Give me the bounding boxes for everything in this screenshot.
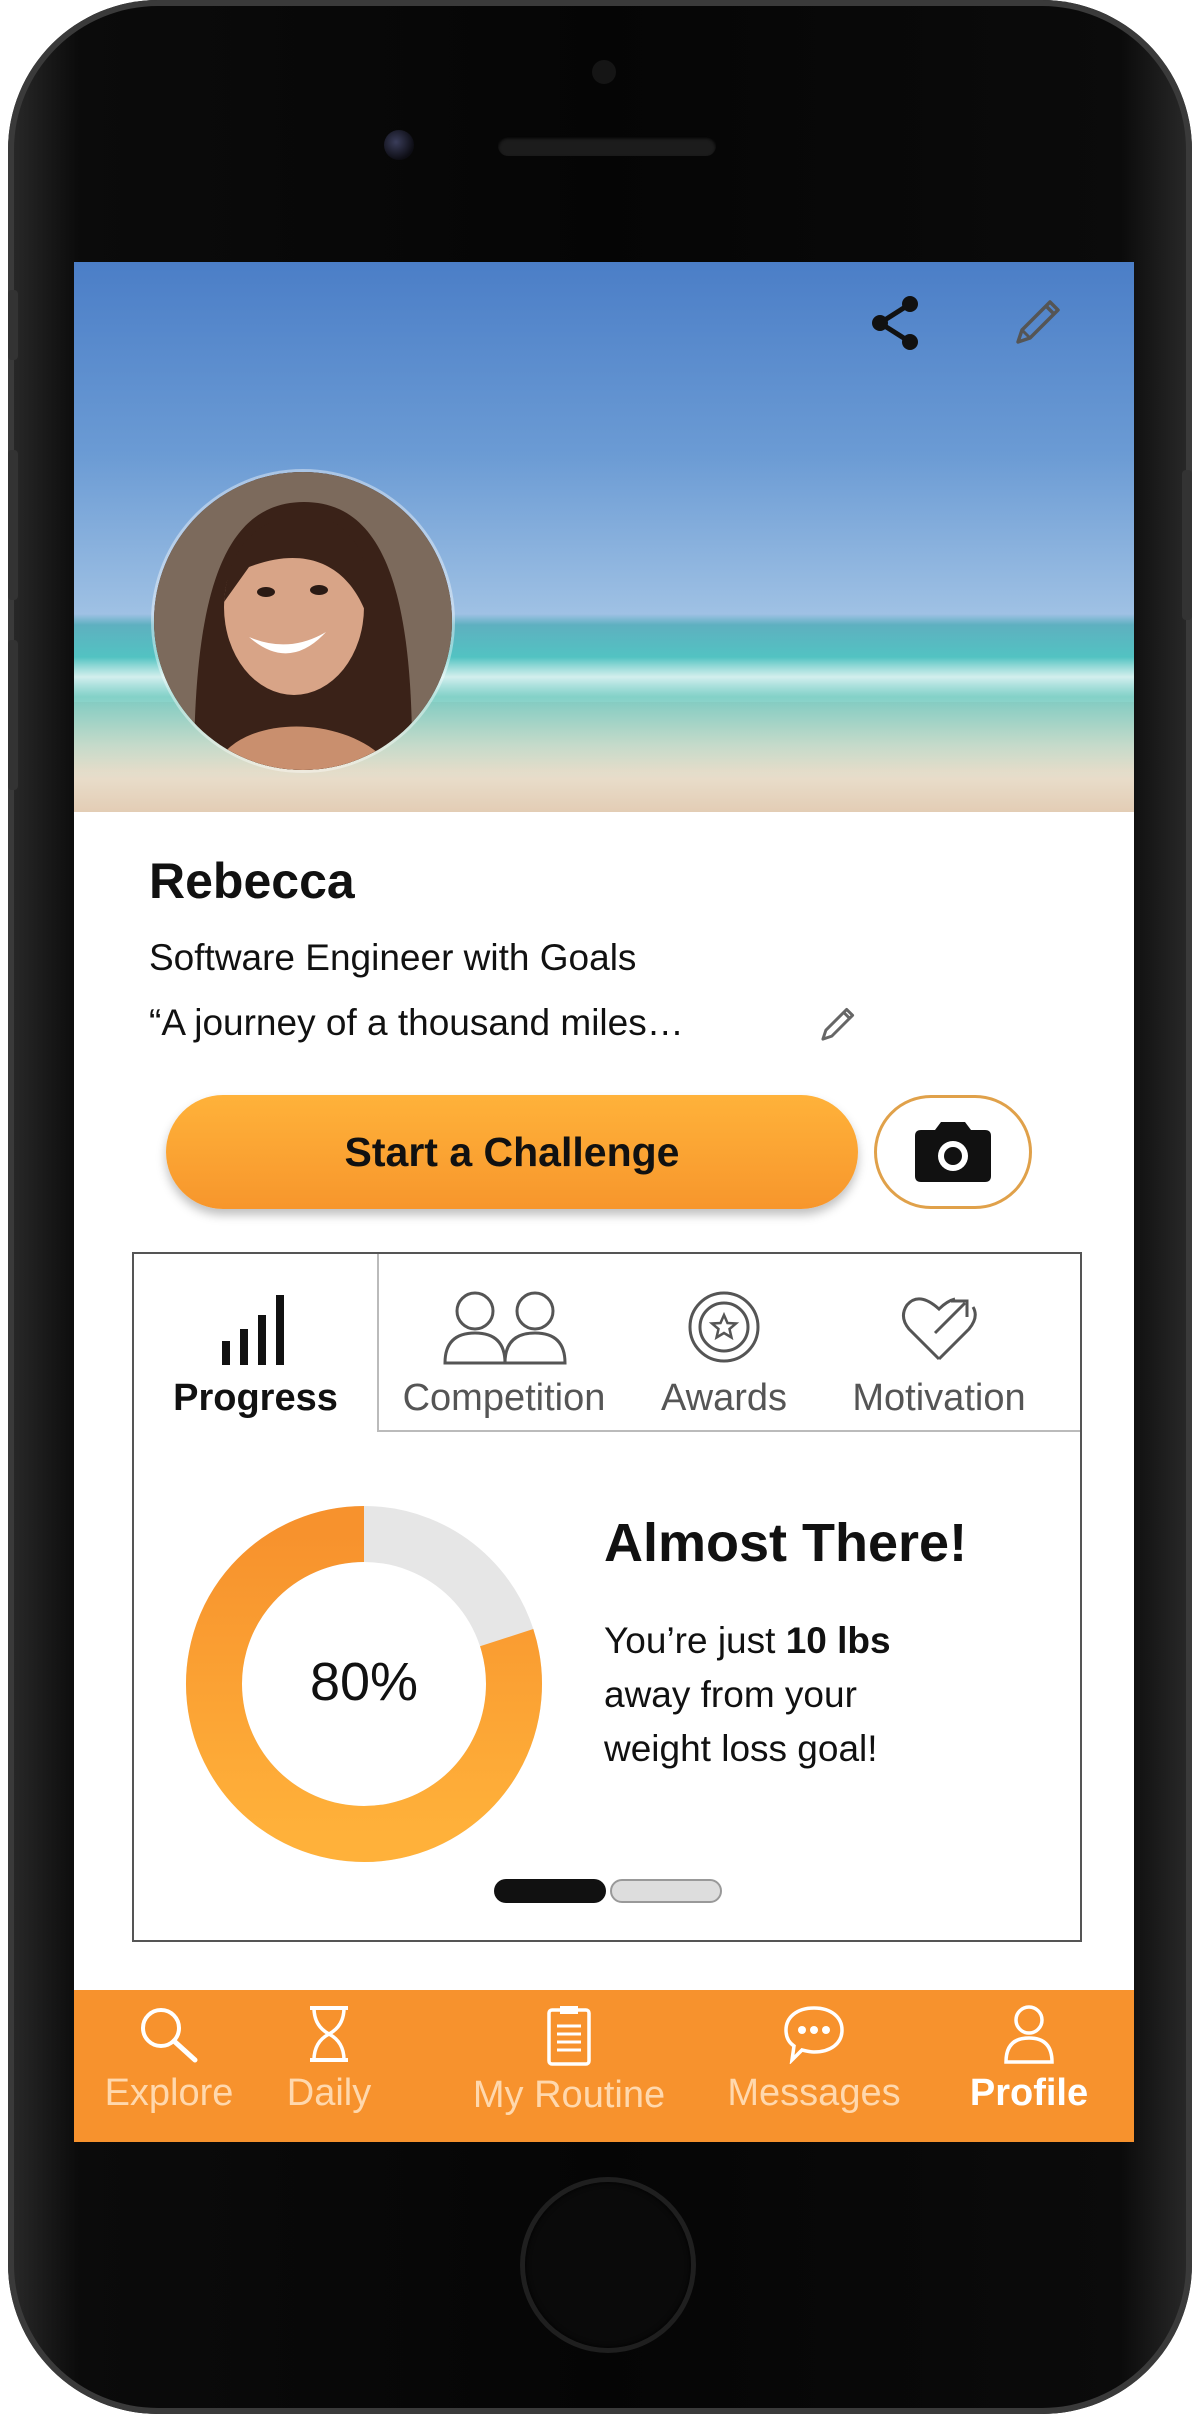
avatar-portrait xyxy=(154,472,452,770)
phone-frame: Rebecca Software Engineer with Goals “A … xyxy=(8,0,1192,2414)
app-screen: Rebecca Software Engineer with Goals “A … xyxy=(74,262,1134,2142)
nav-daily[interactable]: Daily xyxy=(274,1990,384,2142)
tab-awards[interactable]: Awards xyxy=(629,1254,819,1430)
tab-label: Progress xyxy=(173,1377,338,1419)
volume-down-button xyxy=(8,640,18,790)
nav-label: Daily xyxy=(286,2072,372,2114)
nav-label: Explore xyxy=(104,2072,234,2114)
pencil-icon xyxy=(821,1007,855,1041)
front-camera xyxy=(384,130,414,160)
earpiece-speaker xyxy=(498,136,716,156)
tab-bar: Progress Competition Awards Motivation xyxy=(134,1254,1080,1430)
tab-label: Motivation xyxy=(852,1377,1026,1419)
donut-percent-label: 80% xyxy=(310,1652,418,1712)
tab-progress[interactable]: Progress xyxy=(134,1254,377,1430)
person-icon xyxy=(1004,2005,1054,2064)
nav-explore[interactable]: Explore xyxy=(94,1990,244,2142)
camera-button[interactable] xyxy=(874,1095,1032,1209)
progress-donut: 80% xyxy=(174,1494,554,1879)
message-amount: 10 lbs xyxy=(785,1620,891,1661)
award-icon xyxy=(688,1291,760,1363)
nav-label: Messages xyxy=(727,2072,901,2114)
mute-switch xyxy=(8,290,18,360)
message-prefix: You’re just xyxy=(604,1620,786,1661)
nav-messages[interactable]: Messages xyxy=(724,1990,904,2142)
page-indicator[interactable] xyxy=(494,1879,722,1903)
nav-label: Profile xyxy=(969,2072,1089,2114)
progress-heading: Almost There! xyxy=(604,1513,968,1573)
hourglass-icon xyxy=(310,2006,348,2062)
home-button[interactable] xyxy=(525,2182,691,2348)
clipboard-icon xyxy=(547,2006,591,2066)
pencil-icon xyxy=(1016,300,1060,344)
tab-label: Competition xyxy=(402,1377,606,1419)
volume-up-button xyxy=(8,450,18,600)
camera-icon xyxy=(915,1122,991,1182)
chat-bubble-icon xyxy=(784,2006,844,2064)
donut-chart: 80% xyxy=(186,1506,542,1862)
avatar[interactable] xyxy=(154,472,452,770)
profile-quote: “A journey of a thousand miles… xyxy=(149,1002,684,1043)
profile-name: Rebecca xyxy=(149,853,355,909)
bottom-nav: Explore Daily My Routine Messages Profil… xyxy=(74,1990,1134,2142)
message-line3: weight loss goal! xyxy=(604,1728,878,1769)
tab-motivation[interactable]: Motivation xyxy=(819,1254,1059,1430)
tab-label: Awards xyxy=(660,1377,788,1419)
edit-cover-button[interactable] xyxy=(1006,292,1068,354)
message-line2: away from your xyxy=(604,1674,857,1715)
nav-label: My Routine xyxy=(472,2074,666,2116)
bar-chart-icon xyxy=(221,1295,284,1365)
nav-profile[interactable]: Profile xyxy=(954,1990,1104,2142)
people-icon xyxy=(443,1291,567,1365)
edit-quote-button[interactable] xyxy=(814,1002,860,1053)
progress-message: You’re just 10 lbs away from your weight… xyxy=(604,1614,1024,1776)
tab-competition[interactable]: Competition xyxy=(379,1254,629,1430)
start-challenge-button[interactable]: Start a Challenge xyxy=(166,1095,858,1209)
progress-card: Progress Competition Awards Motivation 8… xyxy=(132,1252,1082,1942)
share-button[interactable] xyxy=(864,292,926,354)
power-button xyxy=(1182,470,1192,620)
page-dot-inactive[interactable] xyxy=(610,1879,722,1903)
profile-title: Software Engineer with Goals xyxy=(149,937,637,978)
proximity-sensor xyxy=(592,60,616,84)
page-dot-active[interactable] xyxy=(494,1879,606,1903)
nav-my-routine[interactable]: My Routine xyxy=(472,1990,666,2142)
heart-arrow-icon xyxy=(902,1297,977,1361)
share-icon xyxy=(872,296,918,350)
tab-separator xyxy=(377,1254,379,1432)
search-icon xyxy=(141,2008,198,2063)
tab-underline xyxy=(377,1430,1080,1432)
